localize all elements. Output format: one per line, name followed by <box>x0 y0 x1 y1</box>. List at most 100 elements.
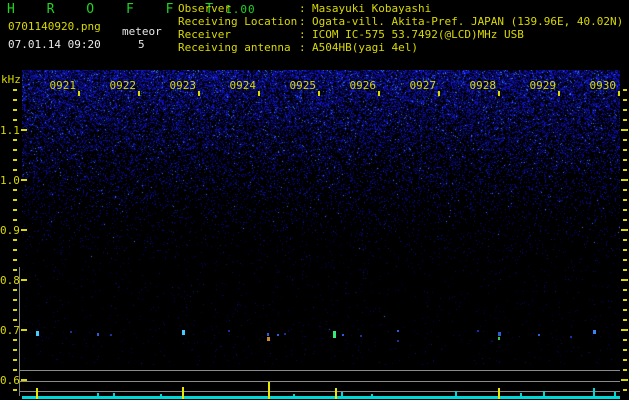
freq-minor-tick-left <box>13 209 17 211</box>
time-tick-label: 0922 <box>109 79 137 92</box>
info-value: Masayuki Kobayashi <box>312 2 432 15</box>
freq-minor-tick-left <box>13 249 17 251</box>
level-bump-spike <box>113 393 115 397</box>
meteor-echo-dot <box>36 331 39 336</box>
meteor-echo-dot <box>182 330 185 335</box>
level-bump-spike <box>614 392 616 397</box>
time-tick-label: 0925 <box>289 79 317 92</box>
level-grid-line <box>20 381 620 382</box>
level-bump-spike <box>593 388 595 397</box>
freq-major-tick-left <box>21 229 27 231</box>
time-tick-label: 0928 <box>469 79 497 92</box>
level-bump-spike <box>97 393 99 397</box>
time-tick-mark <box>258 91 260 96</box>
meteor-detection-spike <box>335 388 337 399</box>
freq-minor-tick-left <box>13 99 17 101</box>
freq-major-tick-right <box>621 229 628 231</box>
freq-minor-tick-right <box>623 319 627 321</box>
freq-minor-tick-right <box>623 349 627 351</box>
freq-tick-label: 0.9 <box>0 224 20 237</box>
time-tick-mark <box>138 91 140 96</box>
meteor-echo-dot <box>570 336 572 338</box>
freq-minor-tick-left <box>13 199 17 201</box>
freq-minor-tick-left <box>13 259 17 261</box>
freq-minor-tick-left <box>13 149 17 151</box>
freq-minor-tick-right <box>623 89 627 91</box>
meteor-detection-spike <box>182 387 184 399</box>
freq-minor-tick-right <box>623 249 627 251</box>
level-bump-spike <box>341 392 343 397</box>
time-tick-label: 0923 <box>169 79 197 92</box>
meteor-detection-spike <box>36 388 38 399</box>
freq-minor-tick-right <box>623 389 627 391</box>
time-tick-mark <box>498 91 500 96</box>
info-colon: : <box>299 41 306 54</box>
info-value: Ogata-vill. Akita-Pref. JAPAN (139.96E, … <box>312 15 624 28</box>
freq-major-tick-right <box>621 179 628 181</box>
time-tick-label: 0921 <box>49 79 77 92</box>
freq-tick-label: 1.1 <box>0 124 20 137</box>
freq-tick-label: 1.0 <box>0 174 20 187</box>
level-bump-spike <box>520 393 522 397</box>
meteor-detection-spike <box>498 388 500 399</box>
meteor-detection-spike <box>268 382 270 399</box>
info-row-antenna: Receiving antenna: A504HB(yagi 4el) <box>178 41 623 54</box>
freq-minor-tick-right <box>623 99 627 101</box>
freq-minor-tick-left <box>13 169 17 171</box>
level-bump-spike <box>455 391 457 397</box>
meteor-echo-dot <box>397 340 399 342</box>
freq-minor-tick-left <box>13 369 17 371</box>
meteor-echo-dot <box>70 331 72 333</box>
freq-minor-tick-left <box>13 349 17 351</box>
level-grid-line <box>20 391 620 392</box>
freq-minor-tick-right <box>623 299 627 301</box>
info-label: Receiving antenna <box>178 41 291 54</box>
freq-minor-tick-right <box>623 199 627 201</box>
freq-major-tick-left <box>21 379 27 381</box>
hrofft-spectrogram-screen: H R O F F T1.00 0701140920.png meteor 07… <box>0 0 629 400</box>
freq-major-tick-left <box>21 179 27 181</box>
meteor-echo-dot <box>360 335 362 337</box>
meteor-echo-dot <box>267 333 269 336</box>
info-label: Observer <box>178 2 231 15</box>
meteor-echo-dot <box>267 337 270 341</box>
freq-minor-tick-left <box>13 89 17 91</box>
info-colon: : <box>299 28 306 41</box>
time-tick-mark <box>378 91 380 96</box>
time-tick-mark <box>438 91 440 96</box>
level-grid-line <box>20 370 620 371</box>
freq-minor-tick-left <box>13 319 17 321</box>
freq-minor-tick-right <box>623 339 627 341</box>
meteor-echo-dot <box>538 334 540 336</box>
time-tick-mark <box>78 91 80 96</box>
spectrogram-noise-field <box>22 70 620 365</box>
meteor-echo-dot <box>228 330 230 332</box>
meteor-echo-dot <box>110 334 112 336</box>
observation-mode-label: meteor <box>122 25 162 38</box>
freq-minor-tick-right <box>623 189 627 191</box>
freq-minor-tick-left <box>13 269 17 271</box>
info-label: Receiving Location <box>178 15 298 28</box>
frequency-unit-label: kHz <box>1 73 21 86</box>
info-row-receiver: Receiver: ICOM IC-575 53.7492(@LCD)MHz US… <box>178 28 623 41</box>
time-tick-mark <box>198 91 200 96</box>
freq-minor-tick-left <box>13 239 17 241</box>
time-tick-mark <box>318 91 320 96</box>
meteor-echo-dot <box>342 334 344 336</box>
meteor-echo-dot <box>477 330 479 332</box>
time-tick-label: 0924 <box>229 79 257 92</box>
meteor-echo-dot <box>498 332 501 336</box>
info-colon: : <box>299 2 306 15</box>
observation-datetime: 07.01.14 09:20 <box>8 38 101 51</box>
echo-count: 5 <box>138 38 145 51</box>
time-tick-mark <box>558 91 560 96</box>
info-label: Receiver <box>178 28 231 41</box>
freq-minor-tick-right <box>623 139 627 141</box>
level-bump-spike <box>293 394 295 397</box>
freq-minor-tick-right <box>623 119 627 121</box>
freq-minor-tick-right <box>623 159 627 161</box>
info-value: ICOM IC-575 53.7492(@LCD)MHz USB <box>312 28 524 41</box>
freq-major-tick-left <box>21 129 27 131</box>
meteor-echo-dot <box>333 331 336 338</box>
freq-minor-tick-left <box>13 119 17 121</box>
